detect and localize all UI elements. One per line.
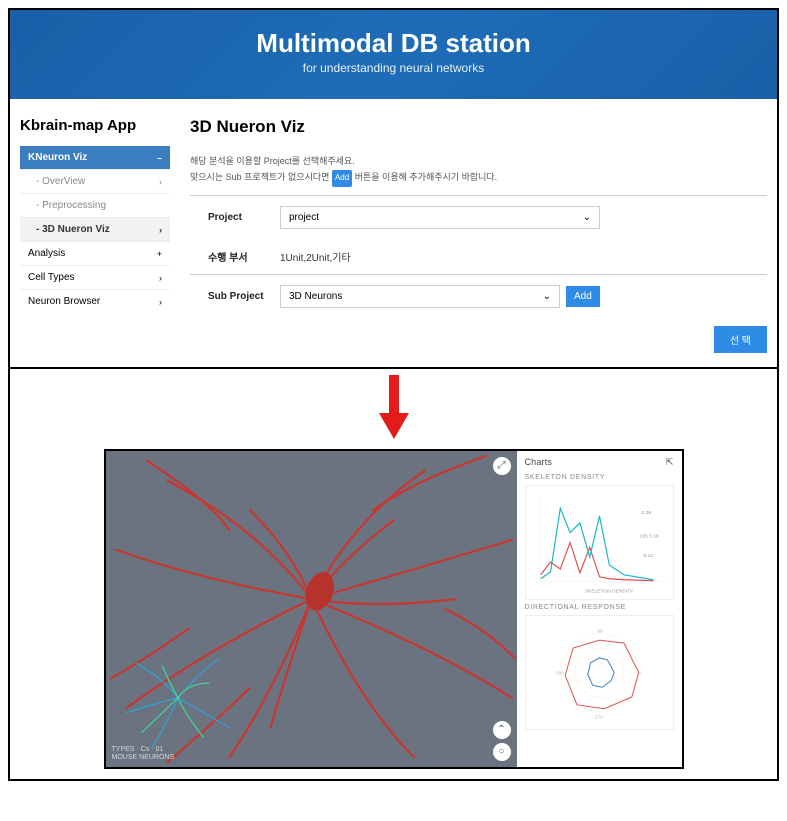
chevron-right-icon: › — [159, 177, 162, 187]
expand-icon[interactable]: ⇱ — [666, 457, 674, 468]
sidebar-item-label: KNeuron Viz — [28, 152, 87, 163]
hero-banner: Multimodal DB station for understanding … — [10, 10, 777, 99]
submit-button[interactable]: 선 택 — [714, 326, 767, 353]
page-title: 3D Nueron Viz — [190, 117, 767, 137]
subproject-select-value: 3D Neurons — [289, 291, 342, 302]
viz-caption: TYPES · Cs · 01 MOUSE NEURONS — [112, 746, 175, 763]
sidebar-item-label: Cell Types — [28, 272, 75, 283]
chart-1-label: SKELETON DENSITY — [525, 474, 674, 481]
nav-up-icon[interactable]: ⌃ — [493, 721, 511, 739]
chart-2-svg: 0 90 180 270 — [526, 616, 673, 729]
nav-center-icon[interactable]: ○ — [493, 743, 511, 761]
svg-text:0.12: 0.12 — [643, 553, 653, 559]
svg-text:0: 0 — [638, 670, 641, 676]
hint-line-1: 해당 분석을 이용할 Project를 선택해주세요. — [190, 156, 355, 166]
subproject-label: Sub Project — [190, 291, 280, 302]
sidebar-item-overview[interactable]: - OverView › — [20, 169, 170, 193]
project-select-value: project — [289, 212, 319, 223]
dept-label: 수행 부서 — [190, 249, 280, 264]
plus-icon: + — [157, 249, 162, 259]
chevron-right-icon: › — [159, 225, 162, 235]
svg-text:195 0.18: 195 0.18 — [639, 533, 658, 539]
neuron-3d-view[interactable]: ⤢ ⌃ ○ TYPES · Cs · 01 MOUSE NEURONS — [106, 451, 517, 767]
chevron-down-icon: ⌄ — [583, 212, 591, 223]
hint-line-2-post: 버튼을 이용해 추가해주시기 바랍니다. — [355, 172, 497, 182]
page-frame: Multimodal DB station for understanding … — [8, 8, 779, 781]
hero-subtitle: for understanding neural networks — [20, 61, 767, 75]
charts-heading: Charts ⇱ — [525, 457, 674, 468]
fullscreen-icon[interactable]: ⤢ — [493, 457, 511, 475]
sidebar-item-analysis[interactable]: Analysis + — [20, 241, 170, 265]
svg-text:SKELETON DENSITY: SKELETON DENSITY — [584, 588, 633, 594]
sidebar-item-neuron-browser[interactable]: Neuron Browser › — [20, 289, 170, 313]
svg-text:270: 270 — [594, 714, 602, 720]
viz-panel: ⤢ ⌃ ○ TYPES · Cs · 01 MOUSE NEURONS Char… — [104, 449, 684, 769]
svg-text:2.38: 2.38 — [641, 510, 651, 516]
chevron-down-icon: ⌄ — [543, 291, 551, 302]
main-content: 3D Nueron Viz 해당 분석을 이용할 Project를 선택해주세요… — [170, 117, 767, 353]
sidebar-item-label: - OverView — [36, 176, 85, 187]
sidebar-item-3d-neuron-viz[interactable]: - 3D Nueron Viz › — [20, 217, 170, 241]
flow-arrow — [10, 369, 777, 445]
hint-text: 해당 분석을 이용할 Project를 선택해주세요. 맞으시는 Sub 프로젝… — [190, 153, 767, 187]
charts-sidebar: Charts ⇱ SKELETON DENSITY 2.38 195 0.18 … — [517, 451, 682, 767]
sidebar-item-label: - 3D Nueron Viz — [36, 224, 110, 235]
svg-text:180: 180 — [555, 670, 563, 676]
project-label: Project — [190, 212, 280, 223]
chart-2-label: DIRECTIONAL RESPONSE — [525, 604, 674, 611]
project-select[interactable]: project ⌄ — [280, 206, 600, 229]
sidebar-item-cell-types[interactable]: Cell Types › — [20, 265, 170, 289]
hero-title: Multimodal DB station — [20, 28, 767, 59]
viz-caption-1: TYPES · Cs · 01 — [112, 746, 175, 754]
app-panel: Multimodal DB station for understanding … — [10, 10, 777, 369]
directional-response-chart: 0 90 180 270 — [525, 615, 674, 730]
project-row: Project project ⌄ — [190, 195, 767, 239]
skeleton-density-chart: 2.38 195 0.18 0.12 SKELETON DENSITY — [525, 485, 674, 600]
chart-1-svg: 2.38 195 0.18 0.12 SKELETON DENSITY — [526, 486, 673, 599]
sidebar-item-label: Analysis — [28, 248, 65, 259]
sidebar-item-label: - Preprocessing — [36, 200, 106, 211]
viz-caption-2: MOUSE NEURONS — [112, 754, 175, 762]
dept-row: 수행 부서 1Unit,2Unit,기타 — [190, 239, 767, 274]
minus-icon: – — [157, 153, 162, 163]
sidebar-item-preprocessing[interactable]: - Preprocessing — [20, 193, 170, 217]
dept-value: 1Unit,2Unit,기타 — [280, 249, 351, 264]
chevron-right-icon: › — [159, 273, 162, 283]
chevron-right-icon: › — [159, 297, 162, 307]
subproject-select[interactable]: 3D Neurons ⌄ — [280, 285, 560, 308]
arrow-down-icon — [379, 375, 409, 439]
sidebar: Kbrain-map App KNeuron Viz – - OverView … — [20, 117, 170, 353]
subproject-row: Sub Project 3D Neurons ⌄ Add — [190, 274, 767, 318]
hint-line-2-pre: 맞으시는 Sub 프로젝트가 없으시다면 — [190, 172, 329, 182]
sidebar-title: Kbrain-map App — [20, 117, 170, 134]
add-button[interactable]: Add — [566, 286, 600, 307]
inline-add-badge: Add — [332, 170, 352, 186]
sidebar-item-kneuron-viz[interactable]: KNeuron Viz – — [20, 146, 170, 169]
neuron-render — [106, 451, 517, 767]
sidebar-item-label: Neuron Browser — [28, 296, 100, 307]
svg-text:90: 90 — [597, 628, 603, 634]
